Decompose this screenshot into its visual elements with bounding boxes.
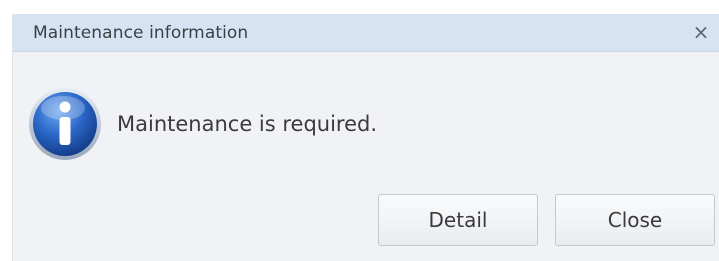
close-button[interactable]: Close xyxy=(555,194,715,246)
detail-button[interactable]: Detail xyxy=(378,194,538,246)
dialog-title: Maintenance information xyxy=(33,23,249,43)
close-icon[interactable]: × xyxy=(688,18,714,46)
dialog-message: Maintenance is required. xyxy=(117,112,378,136)
dialog-titlebar: Maintenance information × xyxy=(13,14,719,52)
maintenance-dialog: Maintenance information × Maintenance is… xyxy=(12,14,719,261)
info-icon xyxy=(29,88,101,160)
